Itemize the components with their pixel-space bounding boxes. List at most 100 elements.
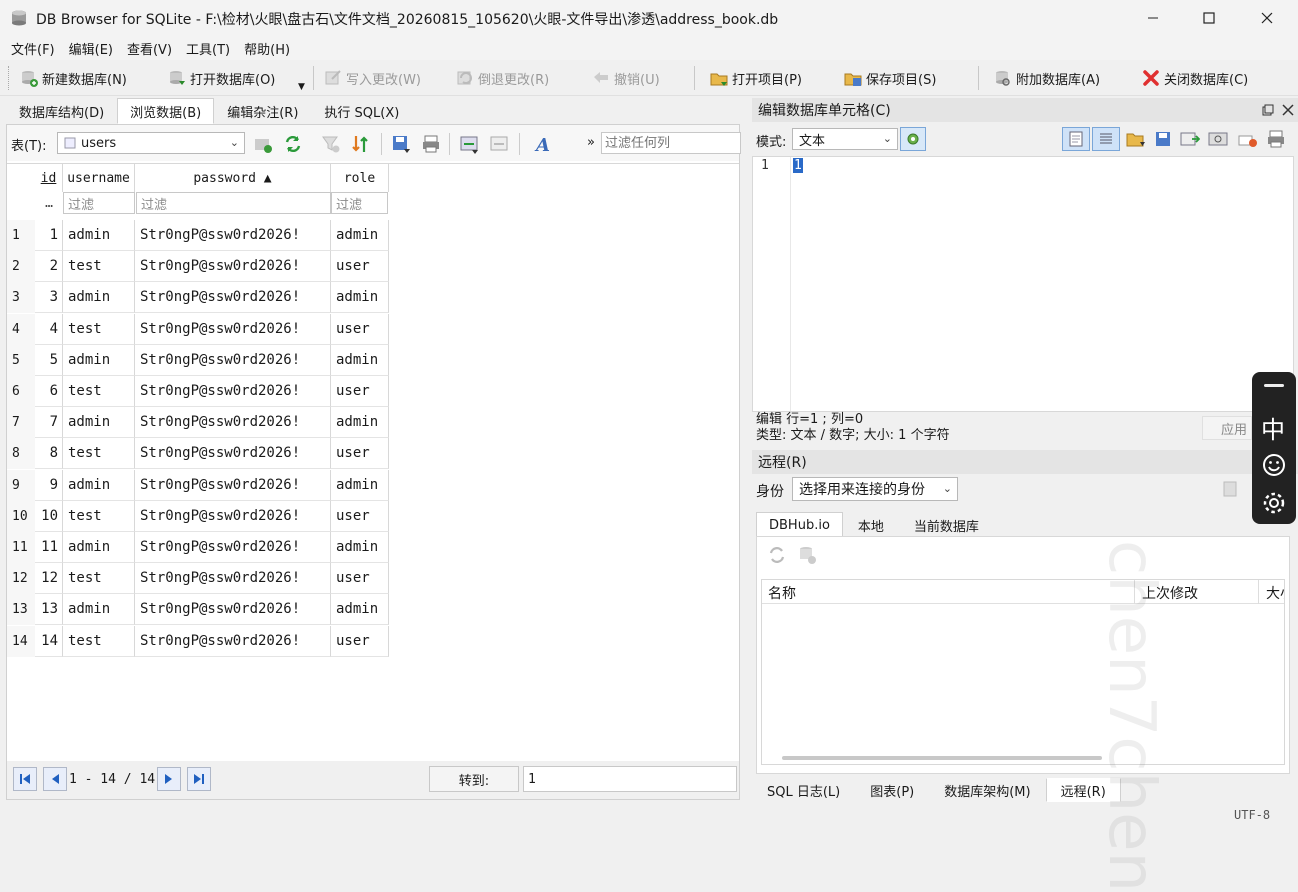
cell-role[interactable]: admin bbox=[331, 282, 389, 314]
cell-password[interactable]: Str0ngP@ssw0rd2026! bbox=[135, 313, 331, 345]
font-style-icon[interactable]: A bbox=[533, 134, 553, 154]
row-header[interactable]: 12 bbox=[7, 563, 35, 595]
set-null-icon[interactable] bbox=[1180, 130, 1200, 148]
global-filter-input[interactable] bbox=[601, 132, 741, 154]
identity-select[interactable]: 选择用来连接的身份 ⌄ bbox=[792, 477, 958, 501]
table-row[interactable]: 11 11 admin Str0ngP@ssw0rd2026! admin bbox=[7, 532, 389, 563]
open-database-button[interactable]: 打开数据库(O) bbox=[168, 66, 275, 90]
cell-username[interactable]: admin bbox=[63, 594, 135, 626]
menu-help[interactable]: 帮助(H) bbox=[237, 39, 297, 58]
cell-editor[interactable]: 1 1 bbox=[752, 156, 1294, 412]
cell-id[interactable]: 4 bbox=[35, 313, 63, 345]
table-row[interactable]: 12 12 test Str0ngP@ssw0rd2026! user bbox=[7, 563, 389, 595]
row-header[interactable]: 11 bbox=[7, 532, 35, 563]
cell-username[interactable]: admin bbox=[63, 282, 135, 314]
tab-browse-data[interactable]: 浏览数据(B) bbox=[117, 98, 215, 124]
cell-password[interactable]: Str0ngP@ssw0rd2026! bbox=[135, 469, 331, 501]
cell-password[interactable]: Str0ngP@ssw0rd2026! bbox=[135, 625, 331, 657]
cell-id[interactable]: 6 bbox=[35, 376, 63, 407]
table-row[interactable]: 6 6 test Str0ngP@ssw0rd2026! user bbox=[7, 376, 389, 407]
row-header[interactable]: 14 bbox=[7, 625, 35, 657]
row-header[interactable]: 3 bbox=[7, 282, 35, 314]
table-row[interactable]: 10 10 test Str0ngP@ssw0rd2026! user bbox=[7, 500, 389, 532]
menu-file[interactable]: 文件(F) bbox=[4, 39, 62, 58]
cell-password[interactable]: Str0ngP@ssw0rd2026! bbox=[135, 282, 331, 314]
cell-username[interactable]: admin bbox=[63, 532, 135, 563]
cell-password[interactable]: Str0ngP@ssw0rd2026! bbox=[135, 407, 331, 439]
table-select[interactable]: users ⌄ bbox=[57, 132, 245, 154]
cell-role[interactable]: admin bbox=[331, 532, 389, 563]
cell-id[interactable]: 11 bbox=[35, 532, 63, 563]
cell-username[interactable]: test bbox=[63, 438, 135, 470]
mode-select[interactable]: 文本 ⌄ bbox=[792, 128, 898, 150]
link-icon[interactable] bbox=[1208, 130, 1230, 148]
cell-role[interactable]: admin bbox=[331, 469, 389, 501]
column-header-password[interactable]: password ▲ bbox=[135, 164, 331, 192]
cell-role[interactable]: user bbox=[331, 563, 389, 595]
close-window-button[interactable] bbox=[1244, 0, 1290, 36]
import-file-icon[interactable] bbox=[1126, 130, 1146, 148]
cell-content[interactable]: 1 bbox=[793, 158, 803, 173]
drag-handle-icon[interactable] bbox=[1264, 384, 1284, 387]
row-header[interactable]: 2 bbox=[7, 251, 35, 283]
close-icon[interactable] bbox=[1282, 104, 1294, 116]
horizontal-scrollbar[interactable] bbox=[782, 756, 1102, 760]
column-header-size[interactable]: 大小 bbox=[1266, 583, 1284, 603]
column-header-username[interactable]: username bbox=[63, 164, 135, 192]
cell-id[interactable]: 8 bbox=[35, 438, 63, 470]
dock-tab-sql-log[interactable]: SQL 日志(L) bbox=[752, 778, 855, 802]
table-row[interactable]: 7 7 admin Str0ngP@ssw0rd2026! admin bbox=[7, 407, 389, 439]
cell-id[interactable]: 9 bbox=[35, 469, 63, 501]
previous-page-button[interactable] bbox=[43, 767, 67, 791]
table-row[interactable]: 9 9 admin Str0ngP@ssw0rd2026! admin bbox=[7, 469, 389, 501]
row-header[interactable]: 7 bbox=[7, 407, 35, 439]
cell-id[interactable]: 2 bbox=[35, 251, 63, 283]
dock-tab-plot[interactable]: 图表(P) bbox=[855, 778, 929, 802]
cell-role[interactable]: admin bbox=[331, 594, 389, 626]
cell-username[interactable]: test bbox=[63, 625, 135, 657]
tab-database-structure[interactable]: 数据库结构(D) bbox=[6, 98, 117, 124]
cell-role[interactable]: admin bbox=[331, 344, 389, 376]
cell-password[interactable]: Str0ngP@ssw0rd2026! bbox=[135, 376, 331, 407]
tab-edit-pragmas[interactable]: 编辑杂注(R) bbox=[214, 98, 311, 124]
export-file-icon[interactable] bbox=[1154, 130, 1172, 148]
row-header[interactable]: 5 bbox=[7, 344, 35, 376]
row-header[interactable]: 1 bbox=[7, 220, 35, 251]
settings-gear-icon[interactable] bbox=[1261, 490, 1287, 516]
remote-tab-current-db[interactable]: 当前数据库 bbox=[899, 512, 994, 538]
menu-tools[interactable]: 工具(T) bbox=[179, 39, 237, 58]
save-project-button[interactable]: 保存项目(S) bbox=[844, 66, 936, 90]
table-row[interactable]: 1 1 admin Str0ngP@ssw0rd2026! admin bbox=[7, 220, 389, 251]
cell-username[interactable]: admin bbox=[63, 344, 135, 376]
table-row[interactable]: 14 14 test Str0ngP@ssw0rd2026! user bbox=[7, 625, 389, 657]
menu-view[interactable]: 查看(V) bbox=[120, 39, 179, 58]
cell-role[interactable]: user bbox=[331, 376, 389, 407]
cell-role[interactable]: user bbox=[331, 438, 389, 470]
cell-username[interactable]: admin bbox=[63, 407, 135, 439]
cell-role[interactable]: user bbox=[331, 313, 389, 345]
row-header[interactable]: 6 bbox=[7, 376, 35, 407]
next-page-button[interactable] bbox=[157, 767, 181, 791]
identity-settings-icon[interactable] bbox=[1222, 480, 1242, 500]
maximize-button[interactable] bbox=[1186, 0, 1232, 36]
cell-password[interactable]: Str0ngP@ssw0rd2026! bbox=[135, 251, 331, 283]
cell-role[interactable]: admin bbox=[331, 220, 389, 251]
last-page-button[interactable] bbox=[187, 767, 211, 791]
auto-format-button[interactable] bbox=[1092, 127, 1120, 151]
table-row[interactable]: 4 4 test Str0ngP@ssw0rd2026! user bbox=[7, 313, 389, 345]
cell-password[interactable]: Str0ngP@ssw0rd2026! bbox=[135, 438, 331, 470]
cell-id[interactable]: 12 bbox=[35, 563, 63, 595]
table-row[interactable]: 5 5 admin Str0ngP@ssw0rd2026! admin bbox=[7, 344, 389, 376]
minimize-button[interactable] bbox=[1130, 0, 1176, 36]
row-header[interactable]: 10 bbox=[7, 500, 35, 532]
cell-username[interactable]: test bbox=[63, 313, 135, 345]
remote-tab-dbhub[interactable]: DBHub.io bbox=[756, 512, 843, 538]
write-changes-button[interactable]: 写入更改(W) bbox=[324, 66, 421, 90]
cell-username[interactable]: test bbox=[63, 563, 135, 595]
cell-password[interactable]: Str0ngP@ssw0rd2026! bbox=[135, 532, 331, 563]
clear-filters-icon[interactable] bbox=[321, 134, 341, 154]
cell-username[interactable]: admin bbox=[63, 220, 135, 251]
row-header[interactable]: 13 bbox=[7, 594, 35, 626]
print-icon[interactable] bbox=[421, 134, 441, 154]
apply-button[interactable]: 应用 bbox=[1202, 416, 1252, 440]
